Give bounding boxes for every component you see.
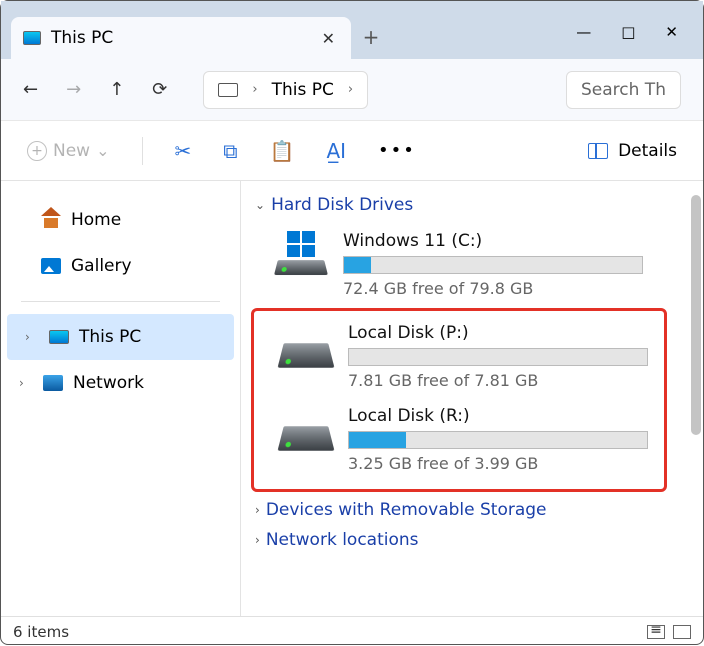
search-input[interactable]: Search Th (566, 71, 681, 109)
drive-windows-11-c[interactable]: Windows 11 (C:) 72.4 GB free of 79.8 GB (251, 225, 693, 308)
chevron-down-icon: ⌄ (96, 141, 109, 160)
chevron-right-icon[interactable]: › (348, 82, 353, 97)
status-bar: 6 items (1, 616, 703, 646)
sidebar-item-this-pc[interactable]: › This PC (7, 314, 234, 360)
search-placeholder: Search Th (581, 80, 666, 100)
plus-circle-icon: + (27, 141, 47, 161)
highlight-box: Local Disk (P:) 7.81 GB free of 7.81 GB … (251, 308, 667, 492)
sidebar-item-home[interactable]: Home (1, 197, 240, 243)
sidebar: Home Gallery › This PC › Network (1, 181, 241, 616)
sidebar-item-network[interactable]: › Network (1, 360, 240, 406)
separator (142, 137, 143, 165)
windows-logo-icon (287, 231, 315, 257)
breadcrumb-this-pc[interactable]: This PC (272, 80, 334, 100)
address-bar[interactable]: › This PC › (203, 71, 368, 109)
back-button[interactable]: ← (23, 79, 38, 100)
separator (21, 301, 220, 302)
chevron-right-icon[interactable]: › (19, 376, 33, 390)
monitor-icon (218, 83, 238, 97)
drive-free-text: 7.81 GB free of 7.81 GB (348, 371, 648, 390)
details-icon (588, 143, 608, 159)
sidebar-item-gallery[interactable]: Gallery (1, 243, 240, 289)
drive-name: Local Disk (P:) (348, 323, 648, 343)
section-label: Devices with Removable Storage (266, 500, 547, 520)
up-button[interactable]: ↑ (109, 79, 124, 100)
drive-icon (273, 231, 329, 275)
section-hard-disk-drives[interactable]: ⌄ Hard Disk Drives (251, 195, 693, 215)
chevron-right-icon: › (252, 82, 257, 97)
drive-icon (278, 406, 334, 450)
paste-icon[interactable]: 📋 (270, 139, 295, 163)
home-icon (41, 212, 61, 228)
monitor-icon (49, 330, 69, 344)
usage-bar (343, 256, 643, 274)
drive-icon (278, 323, 334, 367)
item-count: 6 items (13, 623, 69, 641)
chevron-right-icon[interactable]: › (25, 330, 39, 344)
tab-title: This PC (51, 28, 308, 48)
section-network-locations[interactable]: › Network locations (251, 530, 693, 550)
network-icon (43, 375, 63, 391)
rename-icon[interactable]: A̲I (326, 139, 346, 163)
new-tab-button[interactable]: + (351, 25, 391, 59)
section-label: Hard Disk Drives (271, 195, 413, 215)
drive-name: Windows 11 (C:) (343, 231, 643, 251)
section-label: Network locations (266, 530, 419, 550)
sidebar-label: This PC (79, 327, 141, 347)
list-view-icon[interactable] (647, 625, 665, 639)
more-button[interactable]: ••• (378, 140, 416, 161)
details-view-icon[interactable] (673, 625, 691, 639)
scrollbar[interactable] (691, 195, 701, 435)
new-button: + New ⌄ (27, 141, 110, 161)
content-pane: ⌄ Hard Disk Drives Windows 11 (C:) 72.4 … (241, 181, 703, 616)
drive-name: Local Disk (R:) (348, 406, 648, 426)
title-bar: This PC ✕ + — □ ✕ (1, 1, 703, 59)
minimize-button[interactable]: — (576, 23, 591, 41)
chevron-right-icon: › (255, 533, 260, 547)
details-label: Details (618, 141, 677, 161)
maximize-button[interactable]: □ (621, 23, 635, 41)
gallery-icon (41, 258, 61, 274)
close-window-button[interactable]: ✕ (665, 23, 678, 41)
chevron-down-icon: ⌄ (255, 198, 265, 212)
details-view-button[interactable]: Details (588, 141, 677, 161)
drive-free-text: 72.4 GB free of 79.8 GB (343, 279, 643, 298)
sidebar-label: Home (71, 210, 121, 230)
sidebar-label: Network (73, 373, 144, 393)
usage-bar (348, 431, 648, 449)
cut-icon[interactable]: ✂ (175, 139, 192, 163)
disk-icon (278, 343, 335, 367)
disk-icon (274, 260, 328, 275)
forward-button: → (66, 79, 81, 100)
usage-bar (348, 348, 648, 366)
refresh-button[interactable]: ⟳ (152, 79, 167, 100)
section-removable-storage[interactable]: › Devices with Removable Storage (251, 500, 693, 520)
sidebar-label: Gallery (71, 256, 132, 276)
tab-this-pc[interactable]: This PC ✕ (11, 17, 351, 59)
monitor-icon (23, 31, 41, 45)
drive-free-text: 3.25 GB free of 3.99 GB (348, 454, 648, 473)
copy-icon[interactable]: ⧉ (223, 139, 237, 163)
navigation-bar: ← → ↑ ⟳ › This PC › Search Th (1, 59, 703, 121)
new-label: New (53, 141, 90, 161)
chevron-right-icon: › (255, 503, 260, 517)
drive-local-disk-p[interactable]: Local Disk (P:) 7.81 GB free of 7.81 GB (256, 317, 662, 400)
disk-icon (278, 426, 335, 450)
close-tab-icon[interactable]: ✕ (318, 25, 339, 52)
drive-local-disk-r[interactable]: Local Disk (R:) 3.25 GB free of 3.99 GB (256, 400, 662, 483)
toolbar: + New ⌄ ✂ ⧉ 📋 A̲I ••• Details (1, 121, 703, 181)
